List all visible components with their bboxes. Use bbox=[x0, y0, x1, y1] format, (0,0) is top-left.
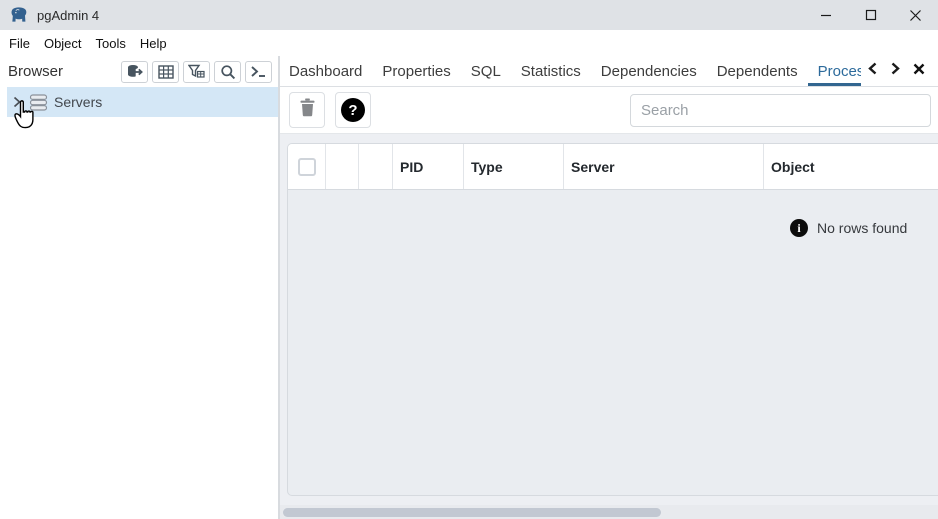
filter-button[interactable] bbox=[183, 61, 210, 83]
browser-toolbar bbox=[121, 61, 272, 83]
tree-item-label: Servers bbox=[54, 94, 102, 110]
minimize-button[interactable] bbox=[803, 0, 848, 30]
column-header-pid[interactable]: PID bbox=[393, 144, 464, 189]
search-icon bbox=[220, 64, 236, 80]
column-header-details bbox=[359, 144, 393, 189]
trash-icon bbox=[299, 98, 316, 122]
processes-content: PID Type Server Object i No rows found bbox=[280, 134, 938, 519]
chevron-right-icon bbox=[890, 62, 901, 80]
tab-dashboard[interactable]: Dashboard bbox=[280, 56, 372, 86]
menu-help[interactable]: Help bbox=[133, 36, 174, 51]
tab-processes[interactable]: Processes bbox=[808, 56, 861, 86]
delete-process-button[interactable] bbox=[289, 92, 325, 128]
title-bar: pgAdmin 4 bbox=[0, 0, 938, 30]
window-title: pgAdmin 4 bbox=[37, 8, 99, 23]
add-server-button[interactable] bbox=[121, 61, 148, 83]
filter-icon bbox=[188, 64, 205, 79]
psql-terminal-icon bbox=[250, 65, 267, 78]
tab-dependents[interactable]: Dependents bbox=[707, 56, 808, 86]
search-input[interactable] bbox=[630, 94, 931, 127]
table-header-row: PID Type Server Object bbox=[288, 144, 938, 190]
chevron-right-icon[interactable] bbox=[7, 96, 27, 108]
tab-scroll-controls bbox=[861, 56, 930, 86]
tabs-scroll-right-button[interactable] bbox=[884, 56, 907, 86]
help-button[interactable]: ? bbox=[335, 92, 371, 128]
column-header-server[interactable]: Server bbox=[564, 144, 764, 189]
query-tool-button[interactable] bbox=[152, 61, 179, 83]
column-header-object[interactable]: Object bbox=[764, 144, 938, 189]
horizontal-scrollbar-track[interactable] bbox=[280, 505, 938, 519]
query-tool-icon bbox=[158, 65, 174, 79]
tree-item-servers[interactable]: Servers bbox=[7, 87, 278, 117]
search-objects-button[interactable] bbox=[214, 61, 241, 83]
column-header-stop bbox=[326, 144, 359, 189]
tab-dependencies[interactable]: Dependencies bbox=[591, 56, 707, 86]
menu-object[interactable]: Object bbox=[37, 36, 89, 51]
server-group-icon bbox=[29, 94, 48, 111]
processes-table: PID Type Server Object i No rows found bbox=[287, 143, 938, 496]
menu-tools[interactable]: Tools bbox=[89, 36, 133, 51]
help-icon: ? bbox=[341, 98, 365, 122]
browser-panel-header: Browser bbox=[0, 56, 278, 87]
tab-bar: Dashboard Properties SQL Statistics Depe… bbox=[280, 56, 938, 87]
chevron-left-icon bbox=[867, 62, 878, 80]
close-icon bbox=[913, 62, 925, 80]
info-icon: i bbox=[790, 219, 808, 237]
tabs-scroll-left-button[interactable] bbox=[861, 56, 884, 86]
close-button[interactable] bbox=[893, 0, 938, 30]
menu-bar: File Object Tools Help bbox=[0, 30, 938, 56]
select-all-checkbox[interactable] bbox=[298, 158, 316, 176]
browser-panel-title: Browser bbox=[8, 63, 63, 80]
window-controls bbox=[803, 0, 938, 30]
empty-state: i No rows found bbox=[790, 219, 907, 237]
horizontal-scrollbar-thumb[interactable] bbox=[283, 508, 661, 517]
tab-properties[interactable]: Properties bbox=[372, 56, 460, 86]
detail-panel: Dashboard Properties SQL Statistics Depe… bbox=[280, 56, 938, 519]
tab-statistics[interactable]: Statistics bbox=[511, 56, 591, 86]
tab-sql[interactable]: SQL bbox=[461, 56, 511, 86]
pgadmin-window: pgAdmin 4 File Object Tools Help Browser bbox=[0, 0, 938, 519]
pgadmin-logo-icon bbox=[9, 5, 29, 25]
column-header-type[interactable]: Type bbox=[464, 144, 564, 189]
menu-file[interactable]: File bbox=[2, 36, 37, 51]
add-server-icon bbox=[126, 64, 143, 79]
maximize-button[interactable] bbox=[848, 0, 893, 30]
browser-panel: Browser bbox=[0, 56, 280, 519]
processes-toolbar: ? bbox=[280, 87, 938, 134]
psql-tool-button[interactable] bbox=[245, 61, 272, 83]
panel-close-button[interactable] bbox=[907, 56, 930, 86]
select-all-cell bbox=[288, 144, 326, 189]
empty-state-message: No rows found bbox=[817, 220, 907, 236]
